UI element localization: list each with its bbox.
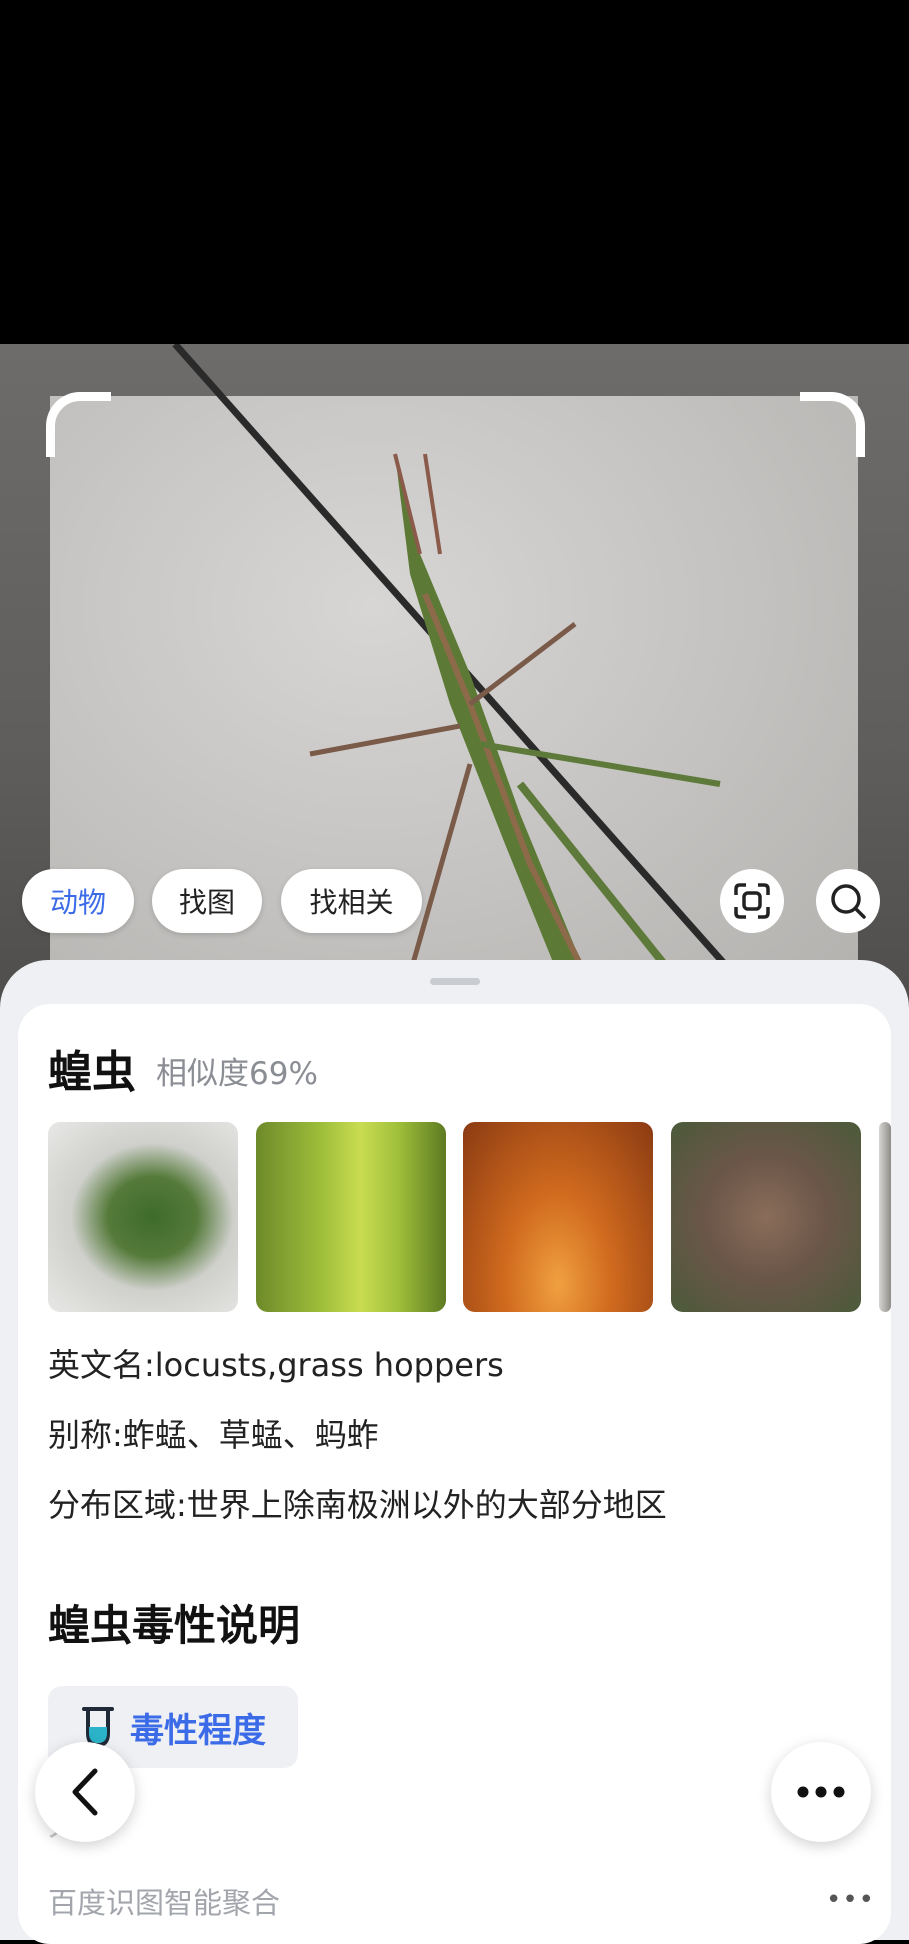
back-button[interactable]: [35, 1742, 135, 1842]
sheet-drag-handle[interactable]: [430, 978, 480, 985]
toxicity-section-title: 蝗虫毒性说明: [48, 1601, 301, 1650]
more-button[interactable]: [771, 1742, 871, 1842]
similar-image-thumbnail[interactable]: [48, 1122, 238, 1312]
scan-button[interactable]: [720, 869, 784, 933]
more-dots-icon: [797, 1786, 845, 1798]
crop-corner-top-left[interactable]: [46, 392, 111, 457]
search-button[interactable]: [816, 869, 880, 933]
chip-find-image[interactable]: 找图: [152, 869, 262, 933]
chip-find-related-label: 找相关: [309, 886, 394, 919]
similarity-score: 相似度69%: [156, 1056, 318, 1092]
similar-image-thumbnail[interactable]: [256, 1122, 446, 1312]
chip-find-related[interactable]: 找相关: [281, 869, 422, 933]
scan-frame-icon: [734, 883, 770, 919]
search-icon: [831, 884, 866, 919]
english-name: 英文名:locusts,grass hoppers: [48, 1346, 504, 1384]
similar-image-thumbnail[interactable]: [463, 1122, 653, 1312]
similar-image-thumbnail[interactable]: [671, 1122, 861, 1312]
crop-corner-top-right[interactable]: [800, 392, 865, 457]
footer-more-icon[interactable]: •••: [826, 1885, 875, 1915]
distribution: 分布区域:世界上除南极洲以外的大部分地区: [48, 1486, 667, 1524]
aliases: 别称:蚱蜢、草蜢、蚂蚱: [48, 1416, 379, 1454]
source-label: 百度识图智能聚合: [48, 1886, 281, 1920]
chevron-left-icon: [72, 1768, 98, 1816]
chip-category[interactable]: 动物: [22, 869, 134, 933]
result-title: 蝗虫: [48, 1047, 136, 1098]
similar-image-thumbnail[interactable]: [879, 1122, 891, 1312]
chip-find-image-label: 找图: [178, 886, 235, 919]
toxicity-tag-label: 毒性程度: [130, 1710, 266, 1751]
chip-category-label: 动物: [49, 886, 106, 919]
